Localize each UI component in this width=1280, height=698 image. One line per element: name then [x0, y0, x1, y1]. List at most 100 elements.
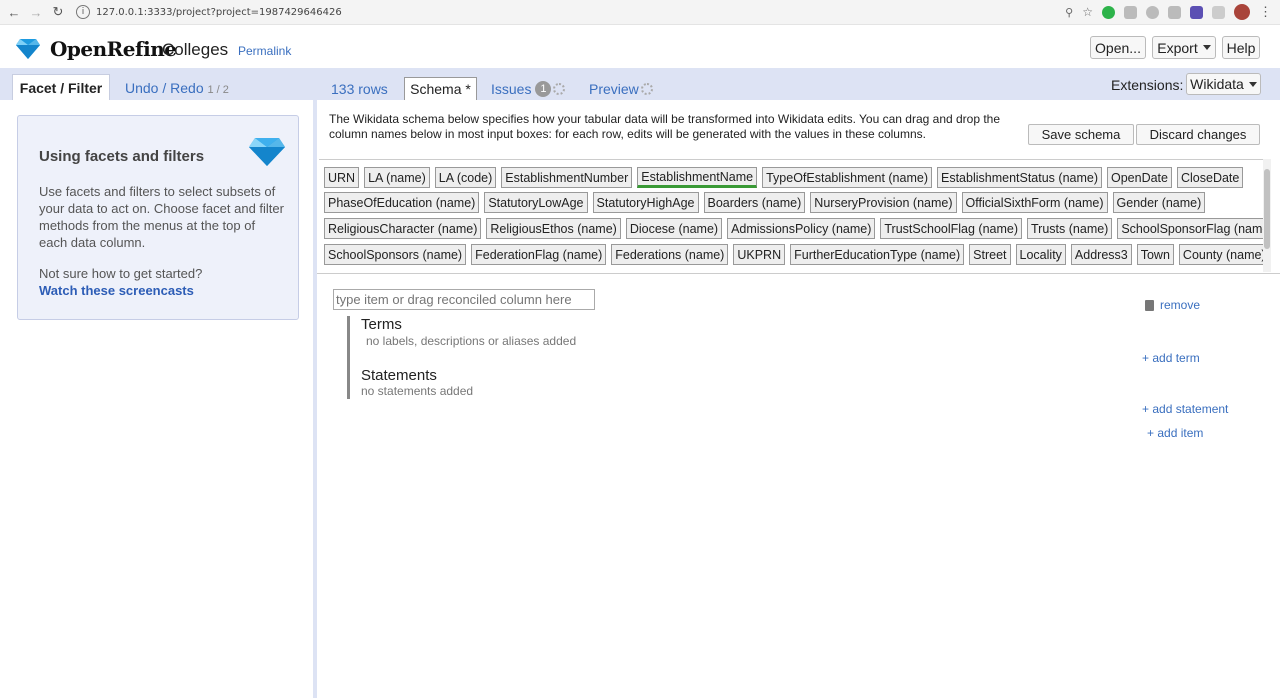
column-chip[interactable]: URN: [324, 167, 360, 188]
column-chip[interactable]: PhaseOfEducation (name): [324, 192, 480, 213]
column-chip[interactable]: Address3: [1070, 244, 1132, 265]
help-button[interactable]: Help: [1222, 36, 1260, 59]
column-chip[interactable]: Trusts (name): [1027, 218, 1113, 239]
column-chip[interactable]: FederationFlag (name): [471, 244, 607, 265]
column-chip[interactable]: County (name): [1178, 244, 1264, 265]
app-name[interactable]: OpenRefine: [50, 37, 177, 61]
left-panel: Facet / Filter Undo / Redo 1 / 2 Using f…: [0, 68, 313, 698]
terms-note: no labels, descriptions or aliases added: [366, 334, 577, 348]
extension-list-icon[interactable]: [1212, 5, 1225, 19]
help-question: Not sure how to get started?: [39, 266, 203, 281]
column-chip-row: PhaseOfEducation (name) StatutoryLowAge St…: [324, 192, 1206, 213]
extension-grey-icon[interactable]: [1124, 5, 1137, 19]
open-button[interactable]: Open...: [1090, 36, 1146, 59]
browser-toolbar: ← → ↻ i 127.0.0.1:3333/project?project=1…: [0, 0, 1280, 25]
column-chip[interactable]: UKPRN: [733, 244, 786, 265]
screencasts-link[interactable]: Watch these screencasts: [39, 283, 194, 298]
column-chip[interactable]: Gender (name): [1112, 192, 1206, 213]
discard-changes-label: Discard changes: [1149, 127, 1247, 142]
chevron-down-icon: [1202, 45, 1211, 50]
discard-changes-button[interactable]: Discard changes: [1136, 124, 1260, 145]
column-chip[interactable]: FurtherEducationType (name): [790, 244, 965, 265]
column-chip[interactable]: Federations (name): [611, 244, 729, 265]
column-chip[interactable]: TrustSchoolFlag (name): [880, 218, 1023, 239]
column-chip[interactable]: OfficialSixthForm (name): [961, 192, 1108, 213]
tab-issues-label: Issues: [491, 81, 532, 97]
column-chip[interactable]: EstablishmentName: [637, 167, 758, 188]
item-input[interactable]: [333, 289, 595, 310]
columns-scrollbar[interactable]: [1263, 159, 1271, 272]
extensions-value: Wikidata: [1190, 76, 1244, 92]
save-schema-button[interactable]: Save schema: [1028, 124, 1134, 145]
column-chip[interactable]: Town: [1136, 244, 1174, 265]
column-chip[interactable]: Street: [969, 244, 1011, 265]
column-chip[interactable]: Locality: [1015, 244, 1066, 265]
extension-icons: ⚲ ☆ ⋮: [1065, 4, 1272, 20]
tab-rows[interactable]: 133 rows: [331, 81, 388, 97]
column-chip[interactable]: AdmissionsPolicy (name): [727, 218, 876, 239]
column-chip[interactable]: SchoolSponsorFlag (name): [1117, 218, 1264, 239]
scrollbar-thumb[interactable]: [1264, 169, 1270, 249]
open-button-label: Open...: [1095, 39, 1141, 56]
tab-issues[interactable]: Issues 1: [491, 81, 566, 97]
browser-menu-icon[interactable]: ⋮: [1259, 4, 1272, 20]
column-chip[interactable]: CloseDate: [1176, 167, 1244, 188]
forward-icon[interactable]: →: [28, 4, 44, 20]
column-chip[interactable]: ReligiousCharacter (name): [324, 218, 482, 239]
remove-item-link[interactable]: remove: [1145, 298, 1200, 312]
project-name[interactable]: Colleges: [162, 40, 228, 60]
column-chip[interactable]: TypeOfEstablishment (name): [762, 167, 932, 188]
issues-count-badge: 1: [535, 81, 552, 97]
tab-preview[interactable]: Preview: [589, 81, 653, 97]
extension-green-icon[interactable]: [1102, 5, 1115, 19]
app-header: OpenRefine Colleges Permalink Open... Ex…: [0, 26, 1280, 68]
column-chip[interactable]: Boarders (name): [703, 192, 806, 213]
column-chip[interactable]: ReligiousEthos (name): [486, 218, 621, 239]
tab-undo-redo-label: Undo / Redo: [125, 80, 204, 96]
column-chip[interactable]: LA (code): [434, 167, 497, 188]
column-chip[interactable]: StatutoryHighAge: [592, 192, 699, 213]
permalink-link[interactable]: Permalink: [238, 44, 291, 58]
tab-facet-filter[interactable]: Facet / Filter: [12, 74, 110, 100]
avatar[interactable]: [1234, 4, 1250, 20]
remove-label: remove: [1160, 298, 1201, 312]
tab-schema[interactable]: Schema *: [404, 77, 477, 100]
loading-spinner-icon: [553, 83, 566, 95]
tab-facet-filter-label: Facet / Filter: [19, 79, 103, 96]
add-term-link[interactable]: + add term: [1142, 351, 1200, 365]
column-chip[interactable]: OpenDate: [1107, 167, 1172, 188]
statements-title: Statements: [361, 367, 437, 384]
add-item-link[interactable]: + add item: [1147, 426, 1203, 440]
tab-schema-label: Schema *: [410, 81, 471, 97]
star-icon[interactable]: ☆: [1082, 5, 1093, 19]
back-icon[interactable]: ←: [6, 4, 22, 20]
save-schema-label: Save schema: [1041, 127, 1121, 142]
right-panel: 133 rows Schema * Issues 1 Preview Exten…: [317, 68, 1280, 698]
column-chip[interactable]: NurseryProvision (name): [810, 192, 957, 213]
add-statement-link[interactable]: + add statement: [1142, 402, 1228, 416]
column-chip[interactable]: StatutoryLowAge: [484, 192, 588, 213]
loading-spinner-icon: [640, 83, 653, 95]
column-chip[interactable]: Diocese (name): [625, 218, 723, 239]
extensions-dropdown[interactable]: Wikidata: [1186, 73, 1261, 95]
export-button[interactable]: Export: [1152, 36, 1216, 59]
export-button-label: Export: [1157, 39, 1198, 56]
address-bar[interactable]: i 127.0.0.1:3333/project?project=1987429…: [76, 2, 1081, 22]
column-chip[interactable]: LA (name): [364, 167, 430, 188]
column-chip[interactable]: EstablishmentNumber: [501, 167, 633, 188]
column-chip[interactable]: EstablishmentStatus (name): [936, 167, 1102, 188]
extension-box-icon[interactable]: [1168, 5, 1181, 19]
column-chip[interactable]: SchoolSponsors (name): [324, 244, 467, 265]
tab-preview-label: Preview: [589, 81, 639, 97]
extension-circle-icon[interactable]: [1146, 5, 1159, 19]
terms-title: Terms: [361, 316, 402, 333]
extension-shield-icon[interactable]: [1190, 5, 1203, 19]
extensions-label: Extensions:: [1111, 77, 1184, 93]
item-left-bar: [347, 316, 350, 399]
zoom-icon[interactable]: ⚲: [1065, 6, 1073, 19]
statements-note: no statements added: [361, 384, 474, 398]
facet-help-card: Using facets and filters Use facets and …: [17, 115, 299, 320]
info-icon[interactable]: i: [76, 5, 90, 19]
tab-undo-redo[interactable]: Undo / Redo 1 / 2: [125, 80, 229, 96]
reload-icon[interactable]: ↻: [50, 4, 66, 20]
